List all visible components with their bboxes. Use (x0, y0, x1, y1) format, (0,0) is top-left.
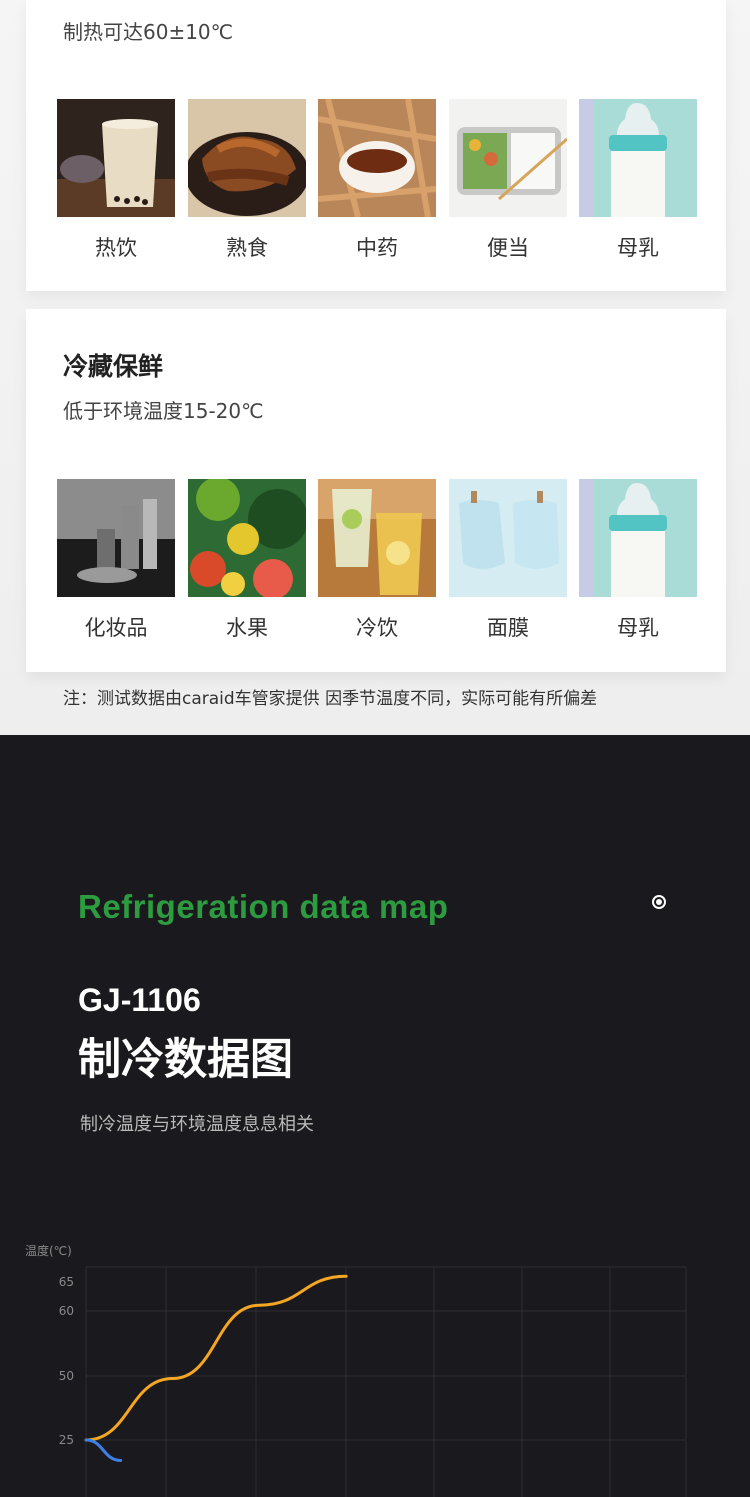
tile-label-face-mask: 面膜 (487, 616, 529, 640)
y-tick-label: 60 (59, 1304, 74, 1318)
y-tick-label: 65 (59, 1275, 74, 1289)
bento-box-image (449, 99, 567, 217)
face-mask-image (449, 479, 567, 597)
model-number: GJ-1106 (78, 982, 201, 1018)
tile-label-cold-drink: 冷饮 (356, 616, 398, 640)
radio-dot-icon (652, 895, 666, 909)
cooling-subtitle: 低于环境温度15-20℃ (63, 399, 264, 423)
tile-label-breast-milk: 母乳 (617, 616, 659, 640)
milk-tea-image (57, 99, 175, 217)
heating-subtitle: 制热可达60±10℃ (63, 20, 234, 44)
section-subtitle: 制冷温度与环境温度息息相关 (80, 1114, 314, 1135)
application-scenes-section: 制热可达60±10℃ 热饮 熟食 中药 便当 母乳 冷藏保鲜 低于环境温度15-… (0, 0, 750, 735)
cooling-title: 冷藏保鲜 (63, 352, 164, 381)
tile-label-cooked-food: 熟食 (226, 236, 268, 260)
tile-label-hot-drink: 热饮 (95, 236, 137, 260)
cosmetics-image (57, 479, 175, 597)
tile-label-herbal-medicine: 中药 (356, 236, 398, 260)
tile-label-breast-milk: 母乳 (617, 236, 659, 260)
y-axis-label: 温度(℃) (25, 1243, 72, 1258)
tile-label-fruit: 水果 (226, 616, 268, 640)
y-tick-label: 50 (59, 1369, 74, 1383)
cold-drink-image (318, 479, 436, 597)
heating-curve (84, 1274, 348, 1442)
cooling-card: 冷藏保鲜 低于环境温度15-20℃ 化妆品 水果 冷饮 面膜 母乳 (26, 309, 726, 672)
refrigeration-chart: 温度(℃) 65 60 50 25 (25, 1243, 687, 1497)
test-data-note: 注：测试数据由caraid车管家提供 因季节温度不同，实际可能有所偏差 (63, 689, 598, 709)
baby-bottle-image (579, 99, 697, 217)
herbal-medicine-image (318, 99, 436, 217)
tile-label-cosmetics: 化妆品 (84, 616, 148, 640)
cooked-meat-image (188, 99, 306, 217)
fruit-image (188, 479, 306, 597)
refrigeration-data-section: Refrigeration data map GJ-1106 制冷数据图 制冷温… (0, 735, 750, 1497)
tile-label-bento: 便当 (487, 236, 529, 260)
baby-bottle-image (579, 479, 697, 597)
english-section-title: Refrigeration data map (78, 888, 449, 925)
heating-card: 制热可达60±10℃ 热饮 熟食 中药 便当 母乳 (26, 0, 726, 291)
cooling-curve (84, 1438, 123, 1462)
section-title: 制冷数据图 (78, 1035, 293, 1085)
y-tick-label: 25 (59, 1433, 74, 1447)
